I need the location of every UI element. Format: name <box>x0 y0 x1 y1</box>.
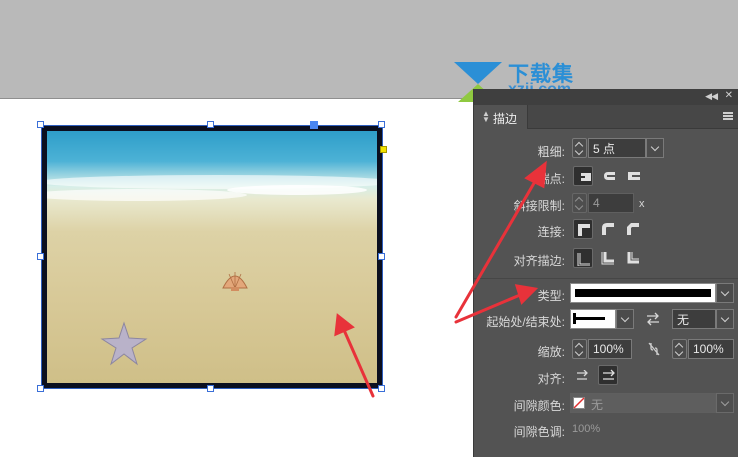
align-outside-icon <box>627 252 639 264</box>
scale-end-input[interactable] <box>688 339 734 359</box>
round-cap-icon <box>604 172 615 180</box>
resize-handle-right[interactable] <box>378 253 385 260</box>
tab-stroke-label: 描边 <box>493 112 518 126</box>
weight-input[interactable] <box>588 138 646 158</box>
end-shape-select[interactable] <box>672 309 716 329</box>
type-dropdown-icon[interactable] <box>716 283 734 303</box>
none-swatch-icon <box>573 397 585 409</box>
projecting-cap-icon <box>628 172 640 180</box>
start-shape-bar <box>573 313 576 324</box>
cap-label: 端点: <box>537 172 565 186</box>
panel-menu-icon[interactable] <box>723 112 733 120</box>
round-join-icon <box>602 223 614 235</box>
resize-handle-top-right[interactable] <box>378 121 385 128</box>
collapse-icon[interactable]: ◀◀ <box>705 91 718 102</box>
gap-tint-label: 间隙色调: <box>513 425 565 439</box>
resize-handle-top[interactable] <box>207 121 214 128</box>
join-label: 连接: <box>537 225 565 239</box>
miter-join-button[interactable] <box>573 219 593 239</box>
miter-join-icon <box>578 224 590 236</box>
stroke-type-select[interactable] <box>570 283 716 303</box>
miter-spinner-icon[interactable] <box>572 193 587 213</box>
gap-color-dropdown-icon[interactable] <box>716 393 734 413</box>
panel-title-bar[interactable]: ◀◀ ✕ <box>474 89 738 105</box>
align-outside-button[interactable] <box>623 248 643 268</box>
panel-separator <box>474 278 738 279</box>
miter-limit-input[interactable] <box>588 193 634 213</box>
align-center-icon <box>577 253 590 266</box>
gap-tint-value: 100% <box>572 423 601 435</box>
start-end-label: 起始处/结束处: <box>486 315 565 329</box>
weight-dropdown-icon[interactable] <box>646 138 664 158</box>
miter-limit-label: 斜接限制: <box>513 199 565 213</box>
round-cap-button[interactable] <box>598 166 618 186</box>
start-shape-select[interactable] <box>570 309 616 329</box>
miter-unit: x <box>639 198 645 210</box>
arrow-inside-icon <box>603 369 615 380</box>
butt-cap-icon <box>579 173 591 181</box>
resize-handle-left[interactable] <box>37 253 44 260</box>
weight-label: 粗细: <box>537 145 565 159</box>
arrow-align-label: 对齐: <box>537 372 565 386</box>
scale-label: 缩放: <box>537 345 565 359</box>
start-shape-preview <box>575 317 605 320</box>
pasteboard <box>0 0 738 99</box>
gap-color-label: 间隙颜色: <box>513 399 565 413</box>
resize-handle-bottom-left[interactable] <box>37 385 44 392</box>
solid-line-preview <box>575 289 711 297</box>
tab-toggle-icon[interactable]: ▲ ▼ <box>482 110 490 124</box>
align-inside-button[interactable] <box>598 248 618 268</box>
bevel-join-button[interactable] <box>623 219 643 239</box>
butt-cap-button[interactable] <box>573 166 593 186</box>
resize-handle-bottom[interactable] <box>207 385 214 392</box>
corner-options-handle[interactable] <box>380 146 387 153</box>
link-icon[interactable] <box>647 341 661 357</box>
page-edge <box>0 98 475 99</box>
end-dropdown-icon[interactable] <box>716 309 734 329</box>
bevel-join-icon <box>627 223 639 235</box>
tab-stroke[interactable]: ▲ ▼ 描边 <box>474 105 528 129</box>
arrow-inside-button[interactable] <box>598 365 618 385</box>
align-inside-icon <box>601 252 614 265</box>
arrow-extend-icon[interactable] <box>576 370 590 382</box>
gap-color-select[interactable]: 无 <box>570 393 716 413</box>
resize-handle-top-left[interactable] <box>37 121 44 128</box>
selection-box <box>41 125 383 389</box>
start-dropdown-icon[interactable] <box>616 309 634 329</box>
scale-end-spinner-icon[interactable] <box>672 339 687 359</box>
stroke-panel: ◀◀ ✕ ▲▼ 描边 粗细: 端点: 斜接限制: x 连接: 对齐描边: <box>473 89 738 457</box>
scale-start-input[interactable] <box>588 339 632 359</box>
round-join-button[interactable] <box>598 219 618 239</box>
align-stroke-label: 对齐描边: <box>513 254 565 268</box>
close-icon[interactable]: ✕ <box>725 90 733 101</box>
align-center-button[interactable] <box>573 248 593 268</box>
panel-tab-row: ▲ ▼ 描边 <box>474 105 738 129</box>
gap-color-value: 无 <box>591 398 604 412</box>
type-label: 类型: <box>537 289 565 303</box>
projecting-cap-button[interactable] <box>623 166 643 186</box>
weight-spinner-icon[interactable] <box>572 138 587 158</box>
resize-handle-bottom-right[interactable] <box>378 385 385 392</box>
scale-start-spinner-icon[interactable] <box>572 339 587 359</box>
swap-icon[interactable] <box>646 312 660 326</box>
content-grabber-handle[interactable] <box>310 121 318 129</box>
